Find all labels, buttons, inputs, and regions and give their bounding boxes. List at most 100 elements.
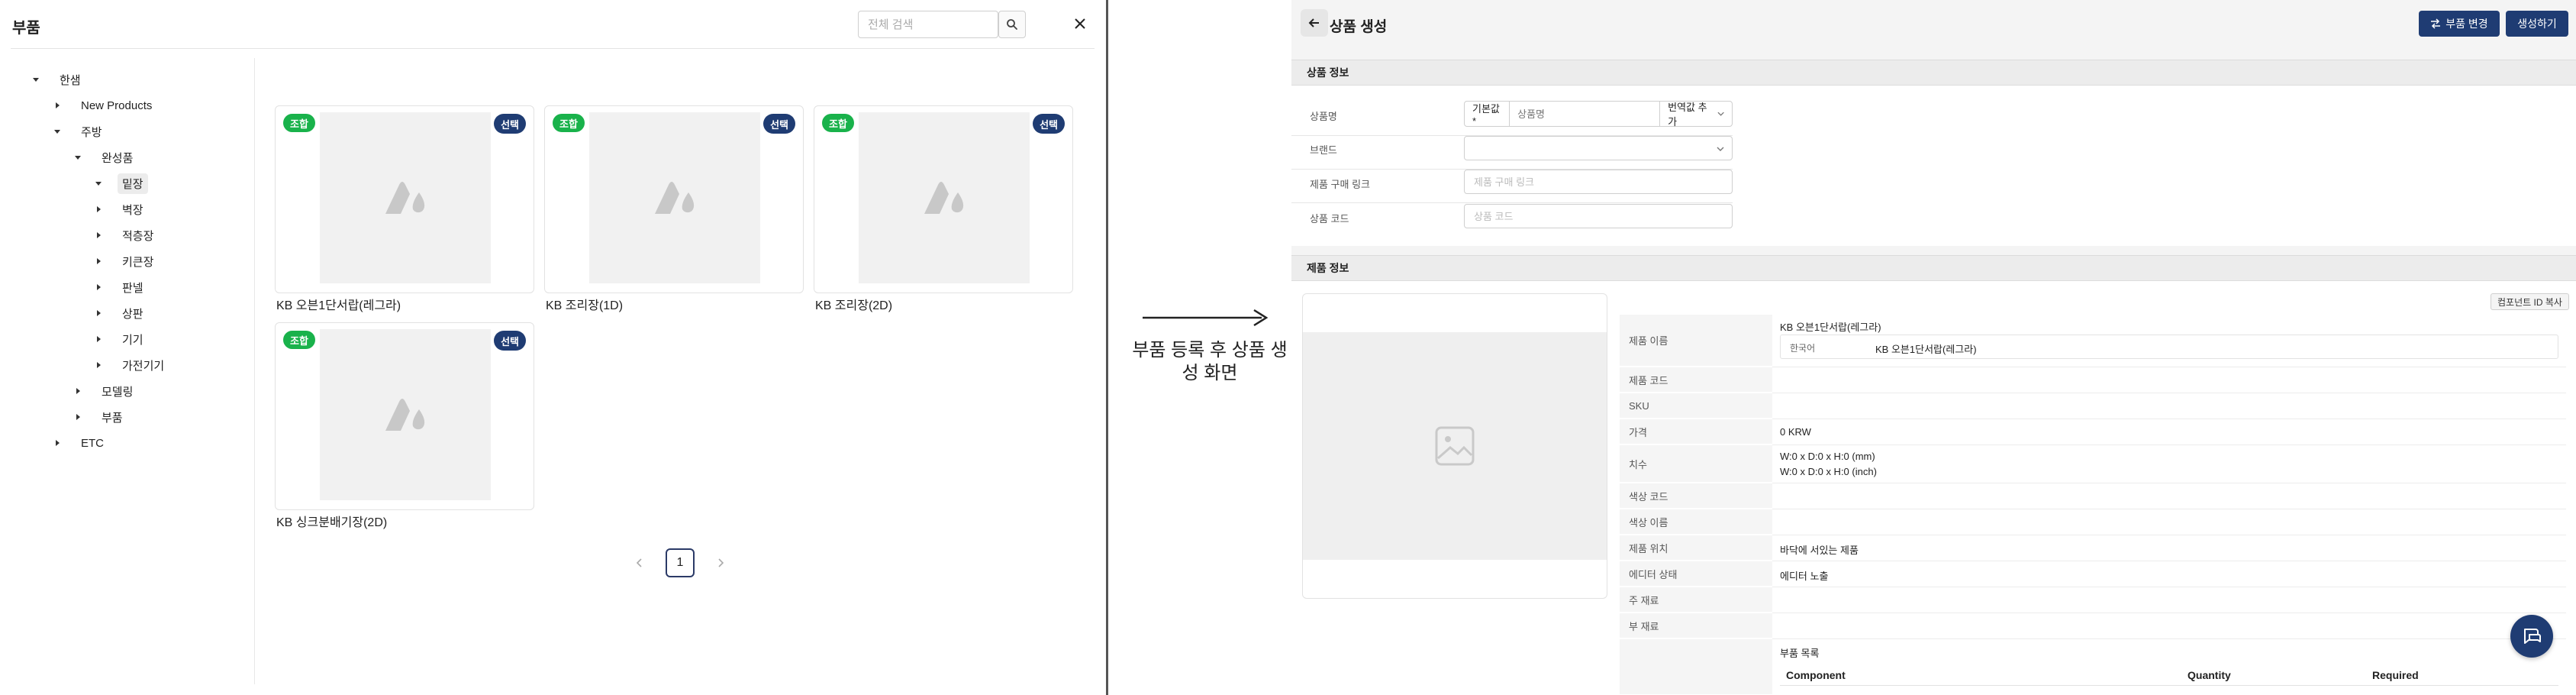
product-code-input[interactable]: [1464, 204, 1733, 228]
tree-node-base-cabinet[interactable]: 밑장: [93, 173, 148, 194]
product-card-name: KB 오븐1단서랍(레그라): [276, 299, 401, 312]
parts-col-quantity: Quantity: [2188, 669, 2231, 681]
parts-table-header: Component Quantity Required: [1780, 663, 2558, 686]
combo-badge: 조합: [283, 114, 315, 132]
item-image-placeholder: [1303, 332, 1607, 560]
tree-node-label: New Products: [81, 99, 153, 112]
caret-right-icon: [52, 100, 63, 111]
tree-node-label: 한샘: [60, 73, 81, 87]
search-input[interactable]: [858, 11, 998, 38]
color-name-label: 색상 이름: [1620, 509, 1772, 535]
sub-material-label: 부 재료: [1620, 613, 1772, 638]
parts-list-row-label: [1620, 639, 1772, 695]
tree-node-hanssem[interactable]: 한샘: [31, 70, 85, 89]
form-divider: [1291, 202, 1733, 203]
brand-label: 브랜드: [1310, 144, 1337, 156]
editor-state-label: 에디터 상태: [1620, 561, 1772, 587]
product-card[interactable]: 조합 선택: [814, 105, 1073, 293]
localized-lang-label: 한국어: [1790, 343, 1816, 354]
pagination: 1: [632, 548, 728, 578]
arrow-left-icon: [1308, 18, 1319, 27]
tree-node-label: 완성품: [102, 151, 134, 165]
tree-node-label: 밑장: [118, 173, 148, 194]
combo-badge: 조합: [553, 114, 585, 132]
tree-node-panel[interactable]: 판넬: [93, 277, 148, 297]
page-root: 부품 한샘 New Products: [0, 0, 2576, 695]
caret-down-icon: [93, 178, 104, 189]
item-info-header: 제품 정보: [1291, 255, 2576, 281]
copy-component-id-button[interactable]: 컴포넌트 ID 복사: [2491, 293, 2569, 310]
tree-node-new-products[interactable]: New Products: [52, 95, 156, 115]
parts-list-label: 부품 목록: [1780, 648, 1820, 659]
search-button[interactable]: [998, 11, 1026, 38]
tree-node-stacked[interactable]: 적층장: [93, 225, 158, 245]
chat-support-button[interactable]: [2510, 615, 2553, 658]
brand-select[interactable]: [1464, 136, 1733, 160]
create-button[interactable]: 생성하기: [2506, 11, 2568, 37]
next-page-button[interactable]: [713, 555, 728, 571]
tree-node-countertop[interactable]: 상판: [93, 303, 148, 323]
add-translation-dropdown[interactable]: 번역값 추가: [1659, 102, 1732, 128]
product-card-name: KB 싱크분배기장(2D): [276, 516, 388, 529]
dimensions-inch-value: W:0 x D:0 x H:0 (inch): [1780, 466, 1877, 477]
chevron-down-icon: [1717, 112, 1724, 116]
tree-node-finished[interactable]: 완성품: [73, 147, 137, 167]
placeholder-logo-icon: [385, 182, 425, 214]
image-icon: [1435, 426, 1475, 466]
select-button[interactable]: 선택: [763, 114, 795, 134]
row-divider: [1772, 638, 2566, 639]
chevron-left-icon: [636, 558, 642, 567]
close-button[interactable]: [1069, 12, 1091, 35]
product-card[interactable]: 조합 선택: [544, 105, 804, 293]
dimensions-label: 치수: [1620, 445, 1772, 483]
product-card[interactable]: 조합 선택: [275, 322, 534, 510]
main-material-label: 주 재료: [1620, 587, 1772, 613]
prev-page-button[interactable]: [632, 555, 647, 571]
item-position-label: 제품 위치: [1620, 535, 1772, 561]
product-code-label: 상품 코드: [1310, 213, 1349, 225]
create-label: 생성하기: [2517, 18, 2557, 30]
tree-node-kitchen[interactable]: 주방: [52, 121, 107, 141]
tree-node-label: ETC: [81, 436, 104, 450]
price-label: 가격: [1620, 419, 1772, 444]
caret-right-icon: [93, 282, 104, 293]
thumbnail-placeholder: [589, 112, 760, 283]
select-button[interactable]: 선택: [1033, 114, 1065, 134]
tree-node-tall[interactable]: 키큰장: [93, 251, 158, 271]
tree-node-parts[interactable]: 부품: [73, 407, 127, 427]
tree-node-appliance[interactable]: 가전기기: [93, 355, 169, 375]
color-code-label: 색상 코드: [1620, 483, 1772, 509]
thumbnail-placeholder: [320, 112, 491, 283]
thumbnail-placeholder: [859, 112, 1030, 283]
select-button[interactable]: 선택: [494, 331, 526, 351]
page-number-button[interactable]: 1: [666, 548, 695, 577]
purchase-link-input[interactable]: [1464, 170, 1733, 194]
caret-right-icon: [52, 438, 63, 448]
product-name-field: 기본값* 번역값 추가: [1464, 101, 1733, 128]
product-card-name: KB 조리장(1D): [546, 299, 624, 312]
select-button[interactable]: 선택: [494, 114, 526, 134]
tree-node-etc[interactable]: ETC: [52, 433, 108, 453]
back-button[interactable]: [1301, 9, 1328, 37]
price-value: 0 KRW: [1780, 426, 1811, 438]
parts-panel-title: 부품: [12, 20, 40, 37]
editor-state-value: 에디터 노출: [1780, 571, 1829, 582]
tree-node-device[interactable]: 기기: [93, 329, 148, 349]
caret-right-icon: [93, 308, 104, 318]
placeholder-logo-icon: [385, 399, 425, 431]
tree-node-modeling[interactable]: 모델링: [73, 381, 137, 401]
combo-badge: 조합: [822, 114, 854, 132]
product-card-name: KB 조리장(2D): [815, 299, 893, 312]
chevron-down-icon: [1717, 147, 1724, 151]
tree-node-wall-cabinet[interactable]: 벽장: [93, 199, 148, 219]
product-name-input[interactable]: [1510, 102, 1660, 125]
row-divider: [1772, 444, 2566, 445]
product-info-header: 상품 정보: [1291, 60, 2576, 86]
tree-divider: [254, 58, 255, 684]
tree-node-label: 상판: [122, 307, 143, 321]
product-info-section: 상품명 기본값* 번역값 추가 브랜드 제품 구매 링크 상품 코드: [1291, 86, 2576, 246]
add-translation-label: 번역값 추가: [1668, 102, 1707, 128]
product-create-panel: 상품 생성 부품 변경 생성하기 상품 정보 상품명 기본값* 번역값 추가: [1291, 0, 2576, 695]
change-part-button[interactable]: 부품 변경: [2419, 11, 2500, 37]
product-card[interactable]: 조합 선택: [275, 105, 534, 293]
